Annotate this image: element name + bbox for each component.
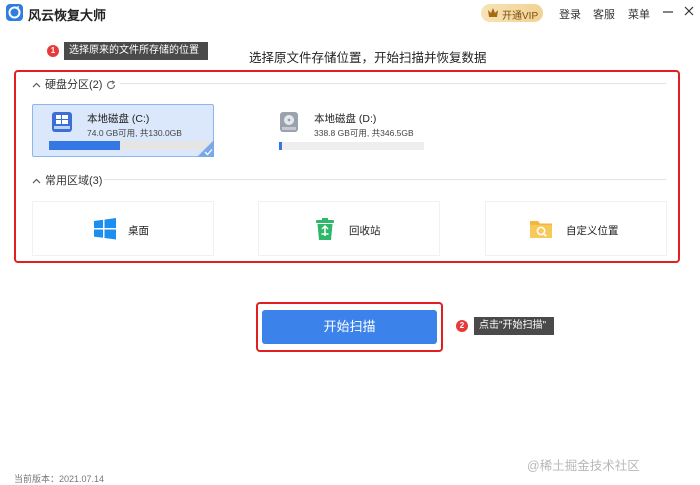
common-section-divider — [104, 179, 666, 180]
step-1-tooltip: 选择原来的文件所存储的位置 — [64, 42, 208, 60]
location-label: 回收站 — [349, 225, 381, 237]
watermark: @稀土掘金技术社区 — [527, 459, 640, 473]
disk-space: 74.0 GB可用, 共130.0GB — [87, 128, 182, 138]
instruction-text: 选择原文件存储位置，开始扫描并恢复数据 — [249, 51, 487, 65]
disk-name: 本地磁盘 (C:) — [87, 113, 150, 125]
disk-section-title: 硬盘分区(2) — [45, 79, 103, 91]
refresh-icon[interactable] — [106, 80, 116, 90]
hard-drive-icon — [276, 109, 302, 135]
open-vip-button[interactable]: 开通VIP — [481, 4, 543, 22]
disk-usage-fill — [49, 141, 120, 150]
start-scan-button[interactable]: 开始扫描 — [262, 310, 437, 344]
login-link[interactable]: 登录 — [559, 6, 581, 22]
app-logo-icon — [6, 4, 23, 21]
chevron-up-icon — [32, 178, 41, 184]
location-card-recycle-bin[interactable]: 回收站 — [259, 202, 439, 255]
folder-search-icon — [529, 217, 553, 241]
common-section-title: 常用区域(3) — [45, 175, 103, 187]
disk-section-header[interactable]: 硬盘分区(2) — [32, 76, 116, 92]
location-label: 桌面 — [128, 225, 149, 237]
step-2-badge: 2 — [456, 320, 468, 332]
step-1-badge: 1 — [47, 45, 59, 57]
app-title: 风云恢复大师 — [28, 8, 107, 23]
vip-label: 开通VIP — [502, 11, 539, 22]
windows-drive-icon — [49, 109, 75, 135]
disk-card-c[interactable]: 本地磁盘 (C:) 74.0 GB可用, 共130.0GB — [32, 104, 214, 157]
disk-usage-fill — [279, 142, 283, 150]
step-2-tooltip: 点击"开始扫描" — [474, 317, 554, 335]
version-text: 当前版本：2021.07.14 — [14, 474, 105, 484]
disk-name: 本地磁盘 (D:) — [314, 113, 377, 125]
disk-usage-bar — [279, 142, 424, 150]
recycle-bin-icon — [313, 217, 337, 241]
disk-space: 338.8 GB可用, 共346.5GB — [314, 128, 414, 138]
common-section-header[interactable]: 常用区域(3) — [32, 172, 102, 188]
disk-card-d[interactable]: 本地磁盘 (D:) 338.8 GB可用, 共346.5GB — [259, 104, 441, 157]
title-bar: 风云恢复大师 开通VIP 登录 客服 菜单 — [0, 0, 700, 26]
minimize-icon[interactable] — [661, 3, 675, 21]
close-icon[interactable] — [682, 3, 696, 21]
location-label: 自定义位置 — [566, 225, 619, 237]
disk-usage-bar — [49, 141, 213, 150]
location-card-custom[interactable]: 自定义位置 — [486, 202, 666, 255]
chevron-up-icon — [32, 82, 41, 88]
menu-link[interactable]: 菜单 — [628, 6, 650, 22]
disk-section-divider — [120, 83, 666, 84]
customer-service-link[interactable]: 客服 — [593, 6, 615, 22]
windows-desktop-icon — [93, 217, 117, 241]
selected-check-icon — [197, 140, 214, 157]
location-card-desktop[interactable]: 桌面 — [33, 202, 213, 255]
crown-icon — [488, 8, 498, 17]
